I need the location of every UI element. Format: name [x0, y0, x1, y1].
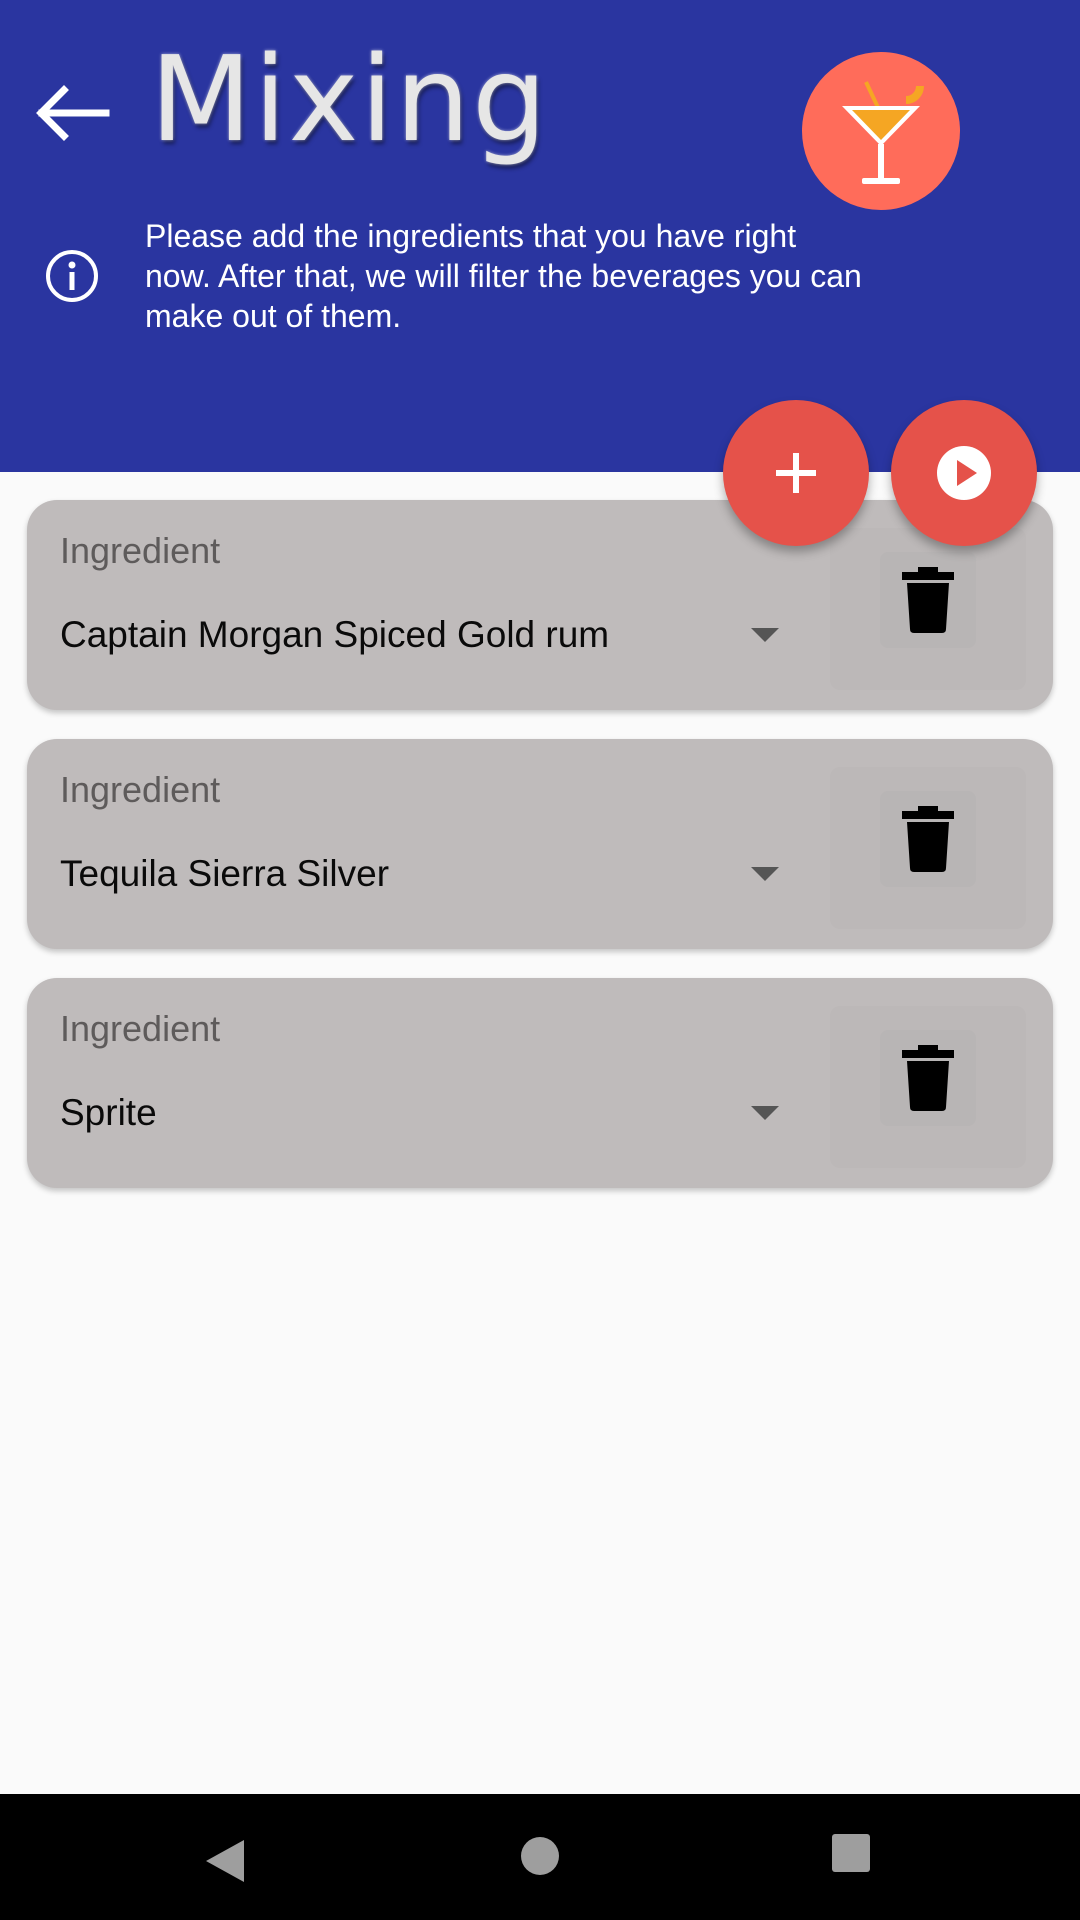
ingredient-label: Ingredient — [60, 769, 221, 810]
trash-icon — [902, 806, 954, 872]
dropdown-arrow-icon[interactable] — [751, 867, 779, 881]
plus-icon — [776, 453, 816, 493]
cocktail-glass-icon — [842, 81, 924, 184]
back-button[interactable] — [34, 82, 110, 144]
delete-ingredient-button[interactable] — [880, 1030, 976, 1126]
page-title: Mixing — [150, 30, 549, 168]
delete-ingredient-button[interactable] — [880, 552, 976, 648]
info-icon — [46, 250, 98, 302]
ingredient-card: Ingredient Sprite — [27, 978, 1053, 1188]
app-logo — [802, 52, 960, 210]
trash-icon — [902, 1045, 954, 1111]
trash-icon — [902, 567, 954, 633]
play-circle-icon — [937, 446, 991, 500]
info-text: Please add the ingredients that you have… — [145, 218, 862, 334]
delete-ingredient-button[interactable] — [880, 791, 976, 887]
add-ingredient-button[interactable] — [723, 400, 869, 546]
dropdown-arrow-icon[interactable] — [751, 628, 779, 642]
dropdown-arrow-icon[interactable] — [751, 1106, 779, 1120]
recents-square-icon[interactable] — [832, 1834, 870, 1872]
ingredient-select[interactable]: Tequila Sierra Silver — [60, 853, 389, 895]
home-circle-icon[interactable] — [518, 1834, 562, 1878]
back-triangle-icon[interactable] — [200, 1836, 250, 1886]
start-mixing-button[interactable] — [891, 400, 1037, 546]
ingredient-card: Ingredient Tequila Sierra Silver — [27, 739, 1053, 949]
ingredient-label: Ingredient — [60, 530, 221, 571]
ingredient-select[interactable]: Sprite — [60, 1092, 157, 1134]
ingredient-select[interactable]: Captain Morgan Spiced Gold rum — [60, 614, 609, 656]
system-nav-bar — [0, 1794, 1080, 1920]
arrow-left-icon — [36, 85, 110, 141]
ingredient-label: Ingredient — [60, 1008, 221, 1049]
